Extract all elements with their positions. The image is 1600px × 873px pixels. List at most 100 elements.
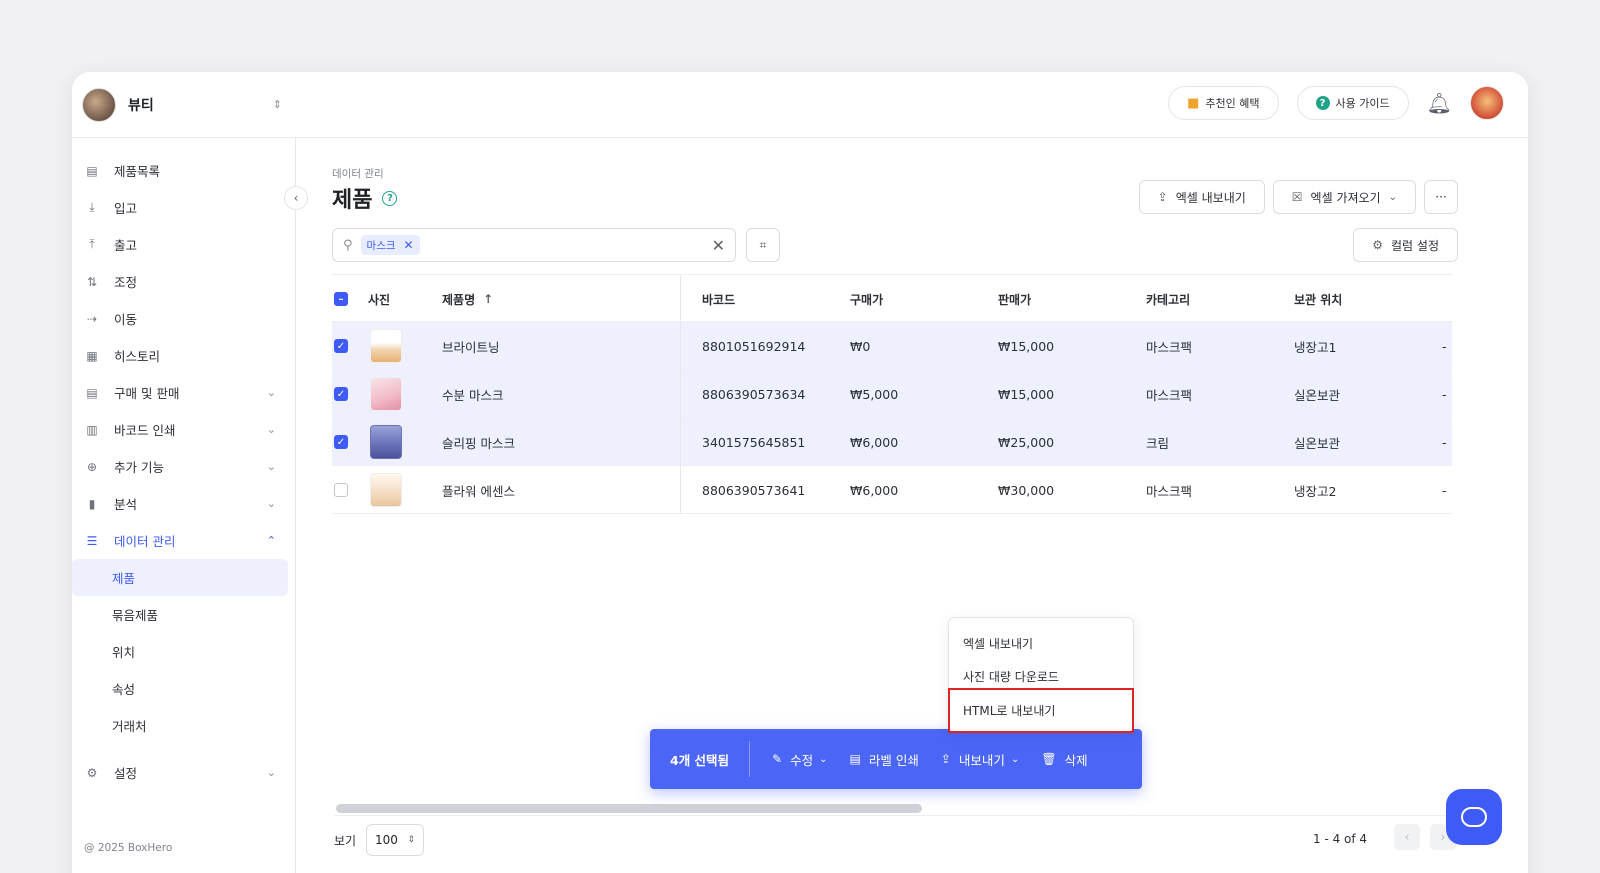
guide-label: 사용 가이드 xyxy=(1335,97,1390,110)
menu-item-bulk-photo-download[interactable]: 사진 대량 다운로드 xyxy=(963,668,1059,685)
sidebar-collapse-button[interactable]: ‹ xyxy=(284,186,308,210)
excel-icon: ☒ xyxy=(1291,190,1303,204)
sidebar-item-settings[interactable]: ⚙ 설정 ⌄ xyxy=(72,754,296,791)
purchase-sales-icon: ▤ xyxy=(86,385,98,400)
photo-cell xyxy=(370,418,402,466)
sidebar-item-adjust[interactable]: ⇅ 조정 xyxy=(72,263,296,300)
page-size-value: 100 xyxy=(375,833,398,847)
sidebar-item-history[interactable]: ▦ 히스토리 xyxy=(72,337,296,374)
bulk-action-bar: 4개 선택됨 ✎ 수정 ⌄ ▤ 라벨 인쇄 ⇪ 내보내기 ⌄ 🗑︎ 삭제 xyxy=(650,729,1142,789)
header-location: 보관 위치 xyxy=(1294,292,1343,307)
sidebar-subitem-products[interactable]: 제품 xyxy=(72,559,288,596)
sidebar-nav: ▤ 제품목록 ⤓ 입고 ⤒ 출고 ⇅ 조정 ⇢ 이동 ▦ 히스토리 ▤ 구매 및 판매 ⌄ ▥ 바… xyxy=(72,152,296,791)
inbound-icon: ⤓ xyxy=(89,200,95,214)
breadcrumb: 데이터 관리 xyxy=(332,168,384,180)
search-icon: ⚲ xyxy=(343,237,353,253)
share-icon: ⇪ xyxy=(1157,190,1168,204)
column-settings-button[interactable]: ⚙ 컬럼 설정 xyxy=(1353,228,1458,262)
more-icon: ··· xyxy=(1435,190,1447,204)
header-product-name[interactable]: 제품명 ↑ xyxy=(442,275,493,323)
share-icon: ⇪ xyxy=(940,752,951,766)
sidebar-subitem-attributes[interactable]: 속성 xyxy=(72,670,288,707)
analytics-icon: ▮ xyxy=(88,496,96,511)
table-row[interactable]: ✓ 브라이트닝 8801051692914 ₩0 ₩15,000 마스크팩 냉장… xyxy=(332,322,1452,370)
sidebar-item-add-feature[interactable]: ⊕ 추가 기능 ⌄ xyxy=(72,448,296,485)
sidebar-item-inbound[interactable]: ⤓ 입고 xyxy=(72,189,296,226)
select-all-checkbox[interactable]: – xyxy=(334,292,348,306)
sidebar-item-barcode-print[interactable]: ▥ 바코드 인쇄 ⌄ xyxy=(72,411,296,448)
prev-page-button[interactable]: ‹ xyxy=(1394,824,1420,850)
row-checkbox-cell: ✓ xyxy=(334,418,348,466)
outbound-icon: ⤒ xyxy=(89,237,95,251)
horizontal-scrollbar[interactable] xyxy=(336,804,922,813)
delete-button[interactable]: 🗑︎ 삭제 xyxy=(1041,750,1087,769)
sidebar-subitem-locations[interactable]: 위치 xyxy=(72,633,288,670)
table-row[interactable]: ✓ 수분 마스크 8806390573634 ₩5,000 ₩15,000 마스… xyxy=(332,370,1452,418)
column-divider xyxy=(680,466,681,514)
edit-button[interactable]: ✎ 수정 ⌄ xyxy=(772,750,827,769)
sidebar-item-move[interactable]: ⇢ 이동 xyxy=(72,300,296,337)
close-icon[interactable]: ✕ xyxy=(404,238,414,252)
header-category: 카테고리 xyxy=(1146,292,1191,307)
sidebar-subitem-partners[interactable]: 거래처 xyxy=(72,707,288,744)
move-icon: ⇢ xyxy=(86,311,98,326)
export-excel-button[interactable]: ⇪ 엑셀 내보내기 xyxy=(1138,180,1265,214)
sidebar-item-analytics[interactable]: ▮ 분석 ⌄ xyxy=(72,485,296,522)
barcode-print-icon: ▥ xyxy=(86,422,98,437)
row-checkbox[interactable]: ✓ xyxy=(334,387,348,401)
table-row[interactable]: ✓ 슬리핑 마스크 3401575645851 ₩6,000 ₩25,000 크… xyxy=(332,418,1452,466)
row-checkbox-cell: ✓ xyxy=(334,370,348,418)
sidebar-item-outbound[interactable]: ⤒ 출고 xyxy=(72,226,296,263)
help-icon: ? xyxy=(1315,96,1330,110)
chevron-down-icon: ⌄ xyxy=(266,497,276,510)
adjust-icon: ⇅ xyxy=(86,274,98,289)
menu-item-export-excel[interactable]: 엑셀 내보내기 xyxy=(963,635,1033,652)
row-checkbox-cell: ✓ xyxy=(334,322,348,370)
chat-support-button[interactable] xyxy=(1446,789,1502,845)
sidebar-item-product-list[interactable]: ▤ 제품목록 xyxy=(72,152,296,189)
purchase-price: ₩5,000 xyxy=(850,386,899,402)
chevron-left-icon: ‹ xyxy=(1404,830,1410,844)
category: 마스크팩 xyxy=(1146,339,1193,355)
clear-icon[interactable]: ✕ xyxy=(712,236,725,255)
extra-cell: - xyxy=(1442,434,1447,450)
barcode: 8806390573641 xyxy=(702,482,806,498)
header-photo: 사진 xyxy=(368,292,391,307)
workspace-switcher[interactable]: 뷰티 ⇕ xyxy=(82,87,282,122)
search-filter-chip[interactable]: 마스크 ✕ xyxy=(360,235,420,255)
row-checkbox[interactable]: ✓ xyxy=(334,339,348,353)
photo-cell xyxy=(370,466,402,514)
chevron-left-icon: ‹ xyxy=(293,191,299,205)
help-icon[interactable]: ? xyxy=(382,190,398,206)
product-photo xyxy=(370,473,402,507)
row-checkbox[interactable] xyxy=(334,483,348,497)
import-excel-button[interactable]: ☒ 엑셀 가져오기 ⌄ xyxy=(1272,180,1416,214)
more-button[interactable]: ··· xyxy=(1424,180,1458,214)
sidebar-item-purchase-sales[interactable]: ▤ 구매 및 판매 ⌄ xyxy=(72,374,296,411)
row-checkbox[interactable]: ✓ xyxy=(334,435,348,449)
export-button[interactable]: ⇪ 내보내기 ⌄ xyxy=(941,750,1019,769)
guide-button[interactable]: ? 사용 가이드 xyxy=(1296,86,1409,120)
sidebar-subitem-bundles[interactable]: 묶음제품 xyxy=(72,596,288,633)
history-icon: ▦ xyxy=(86,348,98,363)
search-input[interactable]: ⚲ 마스크 ✕ ✕ xyxy=(332,228,736,262)
column-divider xyxy=(680,370,681,418)
page-size-select[interactable]: 100 ⇕ xyxy=(366,824,424,856)
location: 냉장고2 xyxy=(1294,483,1337,499)
workspace-name: 뷰티 xyxy=(128,97,154,114)
bell-icon[interactable]: 🔔︎ xyxy=(1427,91,1452,115)
sidebar-item-label: 데이터 관리 xyxy=(114,534,176,549)
location: 실온보관 xyxy=(1294,435,1341,451)
copyright: @ 2025 BoxHero xyxy=(84,842,173,854)
category: 크림 xyxy=(1146,435,1170,451)
table-row[interactable]: 플라워 에센스 8806390573641 ₩6,000 ₩30,000 마스크… xyxy=(332,466,1452,514)
sidebar-item-label: 조정 xyxy=(114,275,138,290)
workspace-avatar xyxy=(82,87,116,122)
product-name: 슬리핑 마스크 xyxy=(442,435,515,451)
product-list-icon: ▤ xyxy=(86,163,98,178)
barcode-scan-button[interactable]: ⌗ xyxy=(746,228,780,262)
referral-button[interactable]: ■ 추천인 혜택 xyxy=(1168,86,1279,120)
user-avatar[interactable] xyxy=(1470,86,1504,120)
sidebar-item-data-management[interactable]: ☰ 데이터 관리 ⌃ xyxy=(72,522,296,559)
print-label-button[interactable]: ▤ 라벨 인쇄 xyxy=(850,750,919,769)
